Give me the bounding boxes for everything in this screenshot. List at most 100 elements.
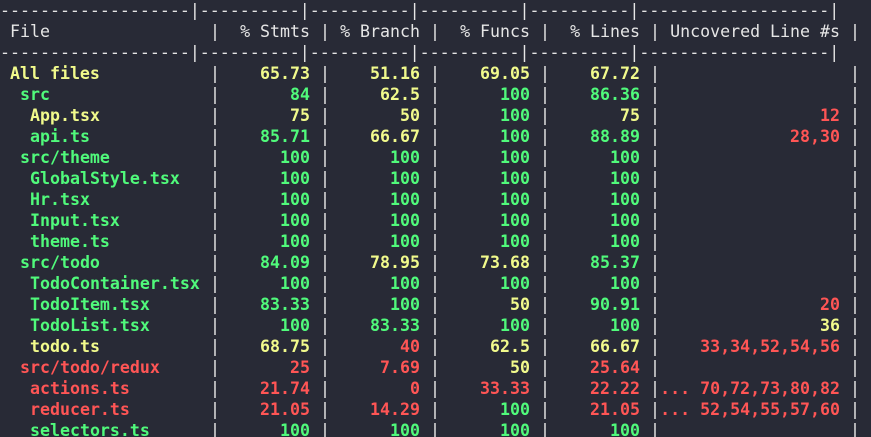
table-row: App.tsx 75 50 100 75 12 | | | | | | xyxy=(0,105,871,126)
cell-file: actions.ts xyxy=(30,379,130,398)
column-separator: | xyxy=(850,379,860,398)
column-separator: | xyxy=(650,64,660,83)
cell-lines: 25.64 xyxy=(590,358,640,377)
column-separator: | xyxy=(850,295,860,314)
cell-funcs: 100 xyxy=(500,232,530,251)
column-separator: | xyxy=(210,400,220,419)
header-branch: % Branch xyxy=(340,22,420,41)
cell-lines: 100 xyxy=(610,316,640,335)
column-separator: | xyxy=(850,85,860,104)
column-separator: | xyxy=(430,22,440,41)
cell-file: src/todo/redux xyxy=(20,358,160,377)
cell-uncovered: 33,34,52,54,56 xyxy=(700,337,840,356)
column-separator: | xyxy=(650,379,660,398)
cell-lines: 100 xyxy=(610,232,640,251)
column-separator: | xyxy=(540,274,550,293)
column-separator: | xyxy=(210,379,220,398)
cell-stmts: 100 xyxy=(280,190,310,209)
cell-funcs: 100 xyxy=(500,127,530,146)
header-lines: % Lines xyxy=(570,22,640,41)
column-separator: | xyxy=(210,190,220,209)
cell-branch: 0 xyxy=(410,379,420,398)
cell-uncovered xyxy=(660,252,840,273)
cell-uncovered xyxy=(660,84,840,105)
column-separator: | xyxy=(650,169,660,188)
cell-uncovered xyxy=(660,147,840,168)
column-separator: | xyxy=(540,190,550,209)
cell-funcs: 100 xyxy=(500,85,530,104)
cell-lines: 100 xyxy=(610,211,640,230)
column-separator: | xyxy=(430,211,440,230)
cell-branch: 100 xyxy=(390,211,420,230)
cell-stmts: 21.05 xyxy=(260,400,310,419)
cell-funcs: 62.5 xyxy=(490,337,530,356)
column-separator: | xyxy=(320,22,330,41)
cell-file: All files xyxy=(10,64,100,83)
cell-funcs: 100 xyxy=(500,211,530,230)
column-separator: | xyxy=(650,85,660,104)
column-separator: | xyxy=(850,64,860,83)
column-separator: | xyxy=(320,169,330,188)
column-separator: | xyxy=(650,106,660,125)
cell-lines: 90.91 xyxy=(590,295,640,314)
column-separator: | xyxy=(540,22,550,41)
column-separator: | xyxy=(320,316,330,335)
column-separator: | xyxy=(320,274,330,293)
cell-lines: 22.22 xyxy=(590,379,640,398)
column-separator: | xyxy=(850,358,860,377)
cell-uncovered: 12 xyxy=(820,106,840,125)
cell-lines: 66.67 xyxy=(590,337,640,356)
column-separator: | xyxy=(210,211,220,230)
cell-funcs: 69.05 xyxy=(480,64,530,83)
cell-branch: 100 xyxy=(390,169,420,188)
cell-file: todo.ts xyxy=(30,337,100,356)
cell-lines: 100 xyxy=(610,169,640,188)
column-separator: | xyxy=(850,421,860,437)
cell-funcs: 100 xyxy=(500,274,530,293)
column-separator: | xyxy=(850,169,860,188)
column-separator: | xyxy=(320,148,330,167)
cell-stmts: 65.73 xyxy=(260,64,310,83)
cell-file: TodoContainer.tsx xyxy=(30,274,200,293)
header-uncovered: Uncovered Line #s xyxy=(670,22,840,41)
cell-uncovered xyxy=(660,168,840,189)
cell-stmts: 100 xyxy=(280,421,310,437)
column-separator: | xyxy=(540,337,550,356)
table-row: GlobalStyle.tsx 100 100 100 100 | | | | | | xyxy=(0,168,871,189)
table-row: src/theme 100 100 100 100 | | | | | | xyxy=(0,147,871,168)
cell-stmts: 100 xyxy=(280,169,310,188)
column-separator: | xyxy=(430,253,440,272)
cell-stmts: 100 xyxy=(280,211,310,230)
cell-file: GlobalStyle.tsx xyxy=(30,169,180,188)
cell-stmts: 100 xyxy=(280,274,310,293)
column-separator: | xyxy=(430,148,440,167)
column-separator: | xyxy=(540,169,550,188)
cell-branch: 100 xyxy=(390,295,420,314)
separator-line: -------------------|----------|---------… xyxy=(0,43,840,62)
cell-funcs: 100 xyxy=(500,316,530,335)
column-separator: | xyxy=(210,127,220,146)
cell-branch: 78.95 xyxy=(370,253,420,272)
cell-lines: 86.36 xyxy=(590,85,640,104)
column-separator: | xyxy=(650,148,660,167)
cell-lines: 67.72 xyxy=(590,64,640,83)
column-separator: | xyxy=(320,400,330,419)
cell-funcs: 33.33 xyxy=(480,379,530,398)
column-separator: | xyxy=(540,379,550,398)
column-separator: | xyxy=(210,85,220,104)
table-row: actions.ts 21.74 0 33.33 22.22 ... 70,72,73,8… xyxy=(0,378,871,399)
cell-branch: 62.5 xyxy=(380,85,420,104)
column-separator: | xyxy=(540,295,550,314)
cell-lines: 88.89 xyxy=(590,127,640,146)
column-separator: | xyxy=(540,106,550,125)
table-header-row: File | % Stmts | % Branch | % Funcs | % … xyxy=(0,21,871,42)
column-separator: | xyxy=(210,274,220,293)
cell-stmts: 100 xyxy=(280,148,310,167)
column-separator: | xyxy=(540,127,550,146)
column-separator: | xyxy=(430,316,440,335)
column-separator: | xyxy=(850,148,860,167)
cell-file: reducer.ts xyxy=(30,400,130,419)
column-separator: | xyxy=(320,64,330,83)
column-separator: | xyxy=(210,169,220,188)
column-separator: | xyxy=(320,379,330,398)
